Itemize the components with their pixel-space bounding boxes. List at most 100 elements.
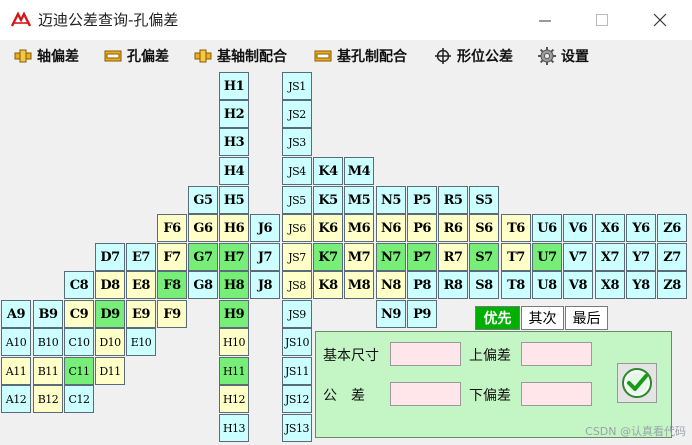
grade-cell-k7[interactable]: K7 xyxy=(313,243,343,271)
grade-cell-v7[interactable]: V7 xyxy=(563,243,593,271)
grade-cell-u6[interactable]: U6 xyxy=(532,214,562,242)
grade-cell-h2[interactable]: H2 xyxy=(219,100,249,128)
grade-cell-js11[interactable]: JS11 xyxy=(282,357,312,385)
grade-cell-n9[interactable]: N9 xyxy=(376,300,406,328)
grade-cell-r8[interactable]: R8 xyxy=(438,271,468,299)
confirm-button[interactable] xyxy=(617,363,657,403)
grade-cell-s6[interactable]: S6 xyxy=(469,214,499,242)
grade-cell-n6[interactable]: N6 xyxy=(376,214,406,242)
minimize-button[interactable] xyxy=(525,4,565,36)
grade-cell-x8[interactable]: X8 xyxy=(595,271,625,299)
grade-cell-f7[interactable]: F7 xyxy=(157,243,187,271)
grade-cell-js12[interactable]: JS12 xyxy=(282,385,312,413)
menu-hole-deviation[interactable]: 孔偏差 xyxy=(104,45,169,67)
grade-cell-n5[interactable]: N5 xyxy=(376,186,406,214)
grade-cell-j7[interactable]: J7 xyxy=(250,243,280,271)
close-button[interactable] xyxy=(640,4,680,36)
grade-cell-h13[interactable]: H13 xyxy=(219,414,249,442)
grade-cell-g5[interactable]: G5 xyxy=(188,186,218,214)
grade-cell-d11[interactable]: D11 xyxy=(95,357,125,385)
grade-cell-e9[interactable]: E9 xyxy=(126,300,156,328)
grade-cell-e7[interactable]: E7 xyxy=(126,243,156,271)
grade-cell-k4[interactable]: K4 xyxy=(313,157,343,185)
grade-cell-b9[interactable]: B9 xyxy=(33,300,63,328)
grade-cell-t7[interactable]: T7 xyxy=(501,243,531,271)
grade-cell-r7[interactable]: R7 xyxy=(438,243,468,271)
grade-cell-k8[interactable]: K8 xyxy=(313,271,343,299)
tab-priority-first[interactable]: 优先 xyxy=(475,306,520,330)
grade-cell-b11[interactable]: B11 xyxy=(33,357,63,385)
grade-cell-js7[interactable]: JS7 xyxy=(282,243,312,271)
grade-cell-e10[interactable]: E10 xyxy=(126,328,156,356)
grade-cell-v8[interactable]: V8 xyxy=(563,271,593,299)
grade-cell-p8[interactable]: P8 xyxy=(407,271,437,299)
grade-cell-v6[interactable]: V6 xyxy=(563,214,593,242)
grade-cell-js3[interactable]: JS3 xyxy=(282,128,312,156)
grade-cell-g8[interactable]: G8 xyxy=(188,271,218,299)
grade-cell-m4[interactable]: M4 xyxy=(344,157,374,185)
grade-cell-h12[interactable]: H12 xyxy=(219,385,249,413)
grade-cell-h3[interactable]: H3 xyxy=(219,128,249,156)
grade-cell-c9[interactable]: C9 xyxy=(64,300,94,328)
tab-priority-second[interactable]: 其次 xyxy=(521,306,564,330)
grade-cell-js4[interactable]: JS4 xyxy=(282,157,312,185)
grade-cell-h5[interactable]: H5 xyxy=(219,186,249,214)
grade-cell-k6[interactable]: K6 xyxy=(313,214,343,242)
grade-cell-js10[interactable]: JS10 xyxy=(282,328,312,356)
grade-cell-r6[interactable]: R6 xyxy=(438,214,468,242)
menu-hole-basis-fit[interactable]: 基孔制配合 xyxy=(314,45,407,67)
grade-cell-b10[interactable]: B10 xyxy=(33,328,63,356)
grade-cell-d7[interactable]: D7 xyxy=(95,243,125,271)
grade-cell-a9[interactable]: A9 xyxy=(1,300,31,328)
menu-shaft-deviation[interactable]: 轴偏差 xyxy=(14,45,79,67)
grade-cell-h1[interactable]: H1 xyxy=(219,72,249,100)
grade-cell-p6[interactable]: P6 xyxy=(407,214,437,242)
grade-cell-p7[interactable]: P7 xyxy=(407,243,437,271)
grade-cell-js9[interactable]: JS9 xyxy=(282,300,312,328)
menu-settings[interactable]: 设置 xyxy=(538,45,589,67)
grade-cell-d8[interactable]: D8 xyxy=(95,271,125,299)
grade-cell-f8[interactable]: F8 xyxy=(157,271,187,299)
grade-cell-p5[interactable]: P5 xyxy=(407,186,437,214)
grade-cell-a11[interactable]: A11 xyxy=(1,357,31,385)
menu-geometric-tolerance[interactable]: 形位公差 xyxy=(434,45,513,67)
grade-cell-r5[interactable]: R5 xyxy=(438,186,468,214)
grade-cell-js5[interactable]: JS5 xyxy=(282,186,312,214)
upper-deviation-field[interactable] xyxy=(521,342,592,366)
grade-cell-h8[interactable]: H8 xyxy=(219,271,249,299)
tolerance-field[interactable] xyxy=(390,382,461,406)
grade-cell-a12[interactable]: A12 xyxy=(1,385,31,413)
grade-cell-js8[interactable]: JS8 xyxy=(282,271,312,299)
grade-cell-js2[interactable]: JS2 xyxy=(282,100,312,128)
grade-cell-js1[interactable]: JS1 xyxy=(282,72,312,100)
grade-cell-m8[interactable]: M8 xyxy=(344,271,374,299)
grade-cell-k5[interactable]: K5 xyxy=(313,186,343,214)
menu-shaft-basis-fit[interactable]: 基轴制配合 xyxy=(194,45,287,67)
maximize-button[interactable] xyxy=(582,4,622,36)
tab-priority-last[interactable]: 最后 xyxy=(565,306,608,330)
grade-cell-x6[interactable]: X6 xyxy=(595,214,625,242)
grade-cell-h10[interactable]: H10 xyxy=(219,328,249,356)
grade-cell-z7[interactable]: Z7 xyxy=(657,243,687,271)
grade-cell-u7[interactable]: U7 xyxy=(532,243,562,271)
grade-cell-d9[interactable]: D9 xyxy=(95,300,125,328)
grade-cell-js13[interactable]: JS13 xyxy=(282,414,312,442)
grade-cell-s7[interactable]: S7 xyxy=(469,243,499,271)
grade-cell-x7[interactable]: X7 xyxy=(595,243,625,271)
grade-cell-y6[interactable]: Y6 xyxy=(626,214,656,242)
grade-cell-js6[interactable]: JS6 xyxy=(282,214,312,242)
grade-cell-s8[interactable]: S8 xyxy=(469,271,499,299)
grade-cell-c11[interactable]: C11 xyxy=(64,357,94,385)
grade-cell-j6[interactable]: J6 xyxy=(250,214,280,242)
grade-cell-u8[interactable]: U8 xyxy=(532,271,562,299)
grade-cell-g7[interactable]: G7 xyxy=(188,243,218,271)
grade-cell-a10[interactable]: A10 xyxy=(1,328,31,356)
grade-cell-n7[interactable]: N7 xyxy=(376,243,406,271)
grade-cell-h4[interactable]: H4 xyxy=(219,157,249,185)
grade-cell-c10[interactable]: C10 xyxy=(64,328,94,356)
grade-cell-f6[interactable]: F6 xyxy=(157,214,187,242)
grade-cell-f9[interactable]: F9 xyxy=(157,300,187,328)
grade-cell-c12[interactable]: C12 xyxy=(64,385,94,413)
grade-cell-d10[interactable]: D10 xyxy=(95,328,125,356)
grade-cell-s5[interactable]: S5 xyxy=(469,186,499,214)
